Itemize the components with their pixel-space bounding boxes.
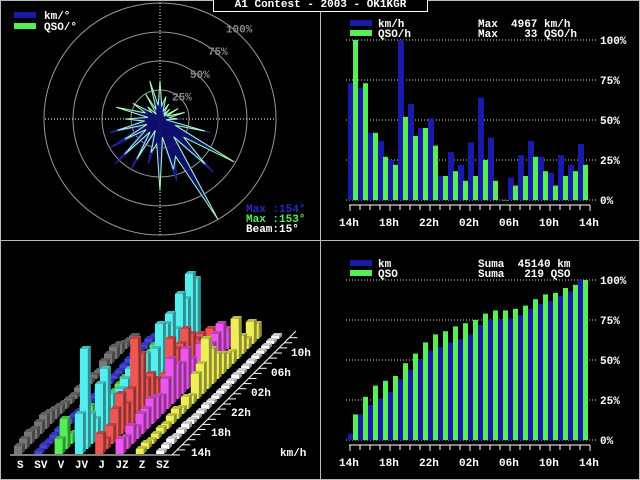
bar3d-side <box>143 411 147 434</box>
bar3d-front <box>156 451 165 454</box>
qso-bar <box>353 414 358 440</box>
qso-bar <box>433 334 438 440</box>
window-title: A1 Contest - 2003 - OK1KGR <box>213 0 428 12</box>
qso-bar <box>543 294 548 440</box>
direction-label: JZ <box>116 460 130 472</box>
bar3d-front <box>74 414 83 454</box>
bar3d-side <box>148 406 152 429</box>
legend-km-swatch <box>350 260 372 266</box>
bar3d-side <box>243 333 247 354</box>
qso-bar <box>393 376 398 440</box>
bar3d-side <box>258 321 262 339</box>
y-tick-label: 100% <box>600 276 627 288</box>
y-tick-label: 25% <box>600 396 620 408</box>
qso-bar <box>533 299 538 440</box>
qso-bar <box>493 310 498 440</box>
bar3d-side <box>203 361 207 394</box>
y-tick-label: 50% <box>600 356 620 368</box>
legend-qso-label: QSO <box>378 269 398 281</box>
qso-bar <box>373 385 378 440</box>
qso-bar <box>473 320 478 440</box>
y-tick-label: 0% <box>600 436 614 448</box>
bar3d-side <box>163 393 167 414</box>
bar3d-side <box>82 411 86 454</box>
legend-qso-swatch <box>350 270 372 276</box>
bar3d-side <box>228 351 232 369</box>
qso-bar <box>403 363 408 440</box>
bar3d-side <box>218 351 222 379</box>
x-tick-label: 02h <box>459 458 479 470</box>
summary-qso: Suma 219 QSO <box>478 269 571 281</box>
x-tick-label: 22h <box>419 458 439 470</box>
bar3d-side <box>67 416 71 449</box>
bar3d-side <box>168 376 172 409</box>
bar3d-side <box>87 346 91 449</box>
bar3d-side <box>183 361 187 394</box>
bar3d-side <box>62 436 66 454</box>
bar3d-side <box>197 276 201 339</box>
bar3d-side <box>198 371 202 399</box>
bar3d-side <box>213 346 217 384</box>
hour-label: 06h <box>271 368 291 380</box>
bar3d-side <box>123 436 127 454</box>
bar3d-side <box>223 351 227 374</box>
qso-bar <box>483 313 488 440</box>
x-tick-label: 14h <box>579 458 599 470</box>
bar3d-front <box>135 449 144 454</box>
direction-label: S <box>17 460 24 472</box>
bar3d-front <box>14 446 22 454</box>
qso-bar <box>413 353 418 440</box>
y-tick-label: 75% <box>600 316 620 328</box>
direction-label: SZ <box>156 460 170 472</box>
direction-3d-chart: S SV V JV J JZ Z SZ 14h18h22h02h06h10h km/h <box>10 271 311 472</box>
bar3d-front <box>54 439 63 454</box>
bar3d-side <box>238 316 242 359</box>
bar3d-side <box>153 396 157 424</box>
bar3d-side <box>138 336 142 419</box>
direction-label: J <box>98 460 105 472</box>
qso-bar <box>513 308 518 440</box>
qso-bar <box>503 310 508 440</box>
x-tick-label: 14h <box>339 458 359 470</box>
bar3d-side <box>133 423 137 444</box>
bar3d-side <box>178 361 182 399</box>
x-tick-label: 06h <box>499 458 519 470</box>
x-tick-label: 18h <box>379 458 399 470</box>
qso-bar <box>463 323 468 440</box>
bar3d-side <box>118 406 122 439</box>
unit-label: km/h <box>280 448 306 460</box>
qso-bar <box>583 280 588 440</box>
qso-bar <box>383 380 388 440</box>
bar3d-side <box>173 356 177 404</box>
direction-label: SV <box>34 460 48 472</box>
hour-label: 02h <box>251 388 271 400</box>
bar3d-front <box>34 451 43 454</box>
bar3d-front <box>95 434 104 454</box>
bar3d-side <box>208 336 212 389</box>
qso-bar <box>423 342 428 440</box>
bar3d-side <box>158 394 162 419</box>
hour-label: 14h <box>191 448 211 460</box>
bar3d-side <box>103 431 107 454</box>
qso-bar <box>563 288 568 440</box>
bar3d-side <box>223 321 227 354</box>
bar3d-front <box>115 439 124 454</box>
direction-label: Z <box>139 460 146 472</box>
direction-label: JV <box>75 460 89 472</box>
qso-bar <box>443 331 448 440</box>
hour-label: 10h <box>291 348 311 360</box>
hour-label: 22h <box>231 408 251 420</box>
qso-bar <box>523 305 528 440</box>
qso-bar <box>363 396 368 440</box>
hour-label: 18h <box>211 428 231 440</box>
direction-label: V <box>58 460 65 472</box>
qso-bar <box>453 326 458 440</box>
qso-bar <box>553 292 558 440</box>
x-tick-label: 10h <box>539 458 559 470</box>
qso-bar <box>573 284 578 440</box>
bar3d-side <box>253 319 257 344</box>
